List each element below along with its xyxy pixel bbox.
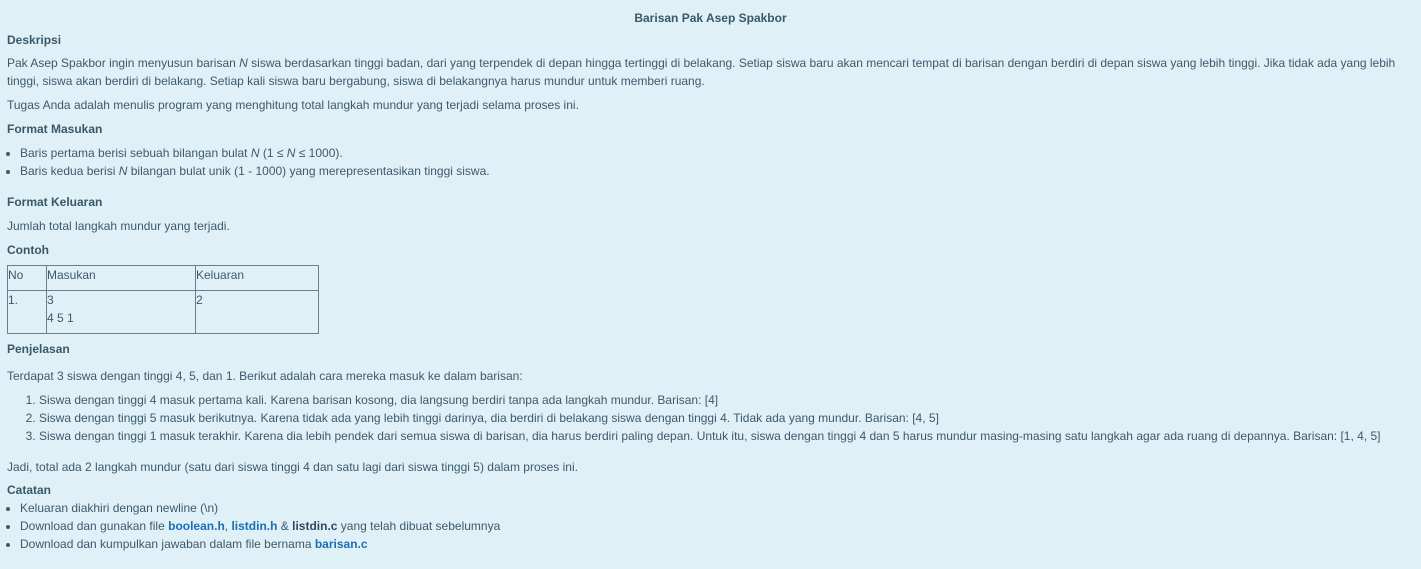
cell-no: 1.	[7, 290, 47, 334]
explanation-conclusion: Jadi, total ada 2 langkah mundur (satu d…	[7, 460, 578, 474]
notes-item3-text-a: Download dan kumpulkan jawaban dalam fil…	[20, 537, 315, 551]
notes-separator: &	[277, 519, 293, 533]
notes-list: Keluaran diakhiri dengan newline (\n) Do…	[7, 499, 1414, 553]
input-line-1: 3	[47, 293, 54, 307]
notes-item-1: Keluaran diakhiri dengan newline (\n)	[20, 499, 1414, 517]
notes-item-3: Download dan kumpulkan jawaban dalam fil…	[20, 535, 1414, 553]
notes-item2-text-b: yang telah dibuat sebelumnya	[337, 519, 501, 533]
column-header-input: Masukan	[46, 265, 196, 291]
cell-output: 2	[195, 290, 319, 334]
file-link-listdin-h[interactable]: listdin.h	[231, 519, 277, 533]
file-link-boolean-h[interactable]: boolean.h	[168, 519, 225, 533]
output-format-text: Jumlah total langkah mundur yang terjadi…	[7, 219, 230, 233]
problem-page: Barisan Pak Asep Spakbor Deskripsi Pak A…	[0, 0, 1421, 569]
input-item1-text-a: Baris pertama berisi sebuah bilangan bul…	[20, 146, 251, 160]
column-header-no: No	[7, 265, 47, 291]
explanation-intro: Terdapat 3 siswa dengan tinggi 4, 5, dan…	[7, 369, 523, 383]
input-item1-text-b: (1 ≤	[259, 146, 287, 160]
variable-n: N	[239, 56, 248, 70]
file-name-listdin-c: listdin.c	[292, 519, 338, 533]
input-item2-text-a: Baris kedua berisi	[20, 164, 119, 178]
cell-input: 3 4 5 1	[46, 290, 196, 334]
notes-item2-text-a: Download dan gunakan file	[20, 519, 169, 533]
input-item1-text-c: ≤ 1000).	[295, 146, 343, 160]
input-format-list: Baris pertama berisi sebuah bilangan bul…	[7, 144, 1414, 180]
explanation-step: Siswa dengan tinggi 1 masuk terakhir. Ka…	[39, 427, 1414, 445]
problem-title: Barisan Pak Asep Spakbor	[634, 11, 787, 25]
input-line-2: 4 5 1	[47, 311, 74, 325]
input-format-item-1: Baris pertama berisi sebuah bilangan bul…	[20, 144, 1414, 162]
input-item2-text-b: bilangan bulat unik (1 - 1000) yang mere…	[127, 164, 490, 178]
description-heading: Deskripsi	[7, 33, 62, 47]
example-table: No Masukan Keluaran 1. 3 4 5 1 2	[7, 265, 319, 334]
file-link-barisan-c[interactable]: barisan.c	[315, 537, 368, 551]
description-paragraph-2: Tugas Anda adalah menulis program yang m…	[7, 98, 579, 112]
input-format-heading: Format Masukan	[7, 122, 103, 136]
notes-item-2: Download dan gunakan file boolean.h, lis…	[20, 517, 1414, 535]
explanation-step: Siswa dengan tinggi 4 masuk pertama kali…	[39, 391, 1414, 409]
example-heading: Contoh	[7, 243, 49, 257]
explanation-steps: Siswa dengan tinggi 4 masuk pertama kali…	[7, 391, 1414, 445]
notes-heading: Catatan	[7, 483, 52, 497]
table-row: 1. 3 4 5 1 2	[7, 290, 319, 334]
column-header-output: Keluaran	[195, 265, 319, 291]
output-format-heading: Format Keluaran	[7, 195, 103, 209]
table-header-row: No Masukan Keluaran	[7, 265, 319, 291]
explanation-heading: Penjelasan	[7, 342, 70, 356]
description-paragraph-1: Pak Asep Spakbor ingin menyusun barisan …	[7, 54, 1414, 90]
explanation-step: Siswa dengan tinggi 5 masuk berikutnya. …	[39, 409, 1414, 427]
input-format-item-2: Baris kedua berisi N bilangan bulat unik…	[20, 162, 1414, 180]
description-text-a: Pak Asep Spakbor ingin menyusun barisan	[7, 56, 240, 70]
